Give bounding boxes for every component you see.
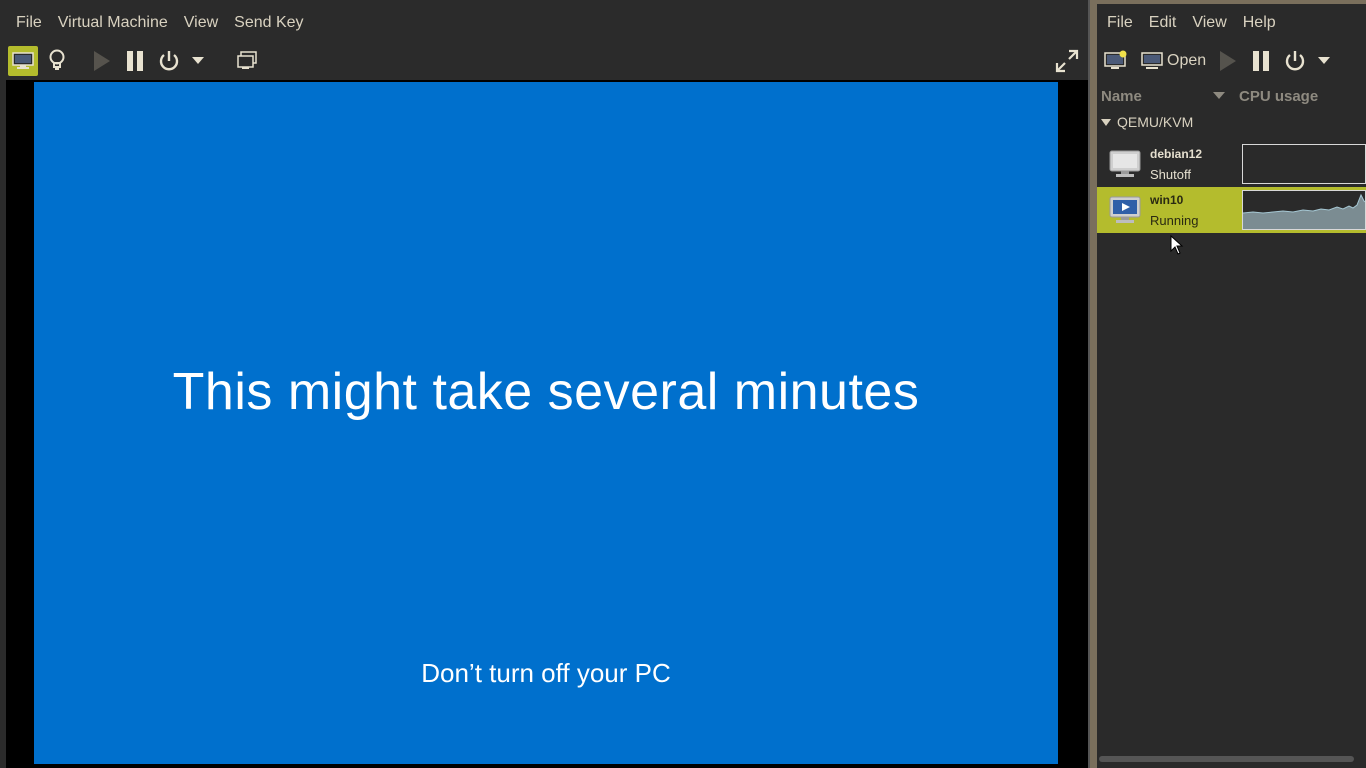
expander-arrow-icon[interactable] xyxy=(1101,118,1111,126)
menu-view[interactable]: View xyxy=(176,14,226,32)
power-icon xyxy=(1285,51,1305,71)
vm-list-header: Name CPU usage xyxy=(1097,82,1366,110)
menu-virtual-machine[interactable]: Virtual Machine xyxy=(50,14,176,32)
manager-menu-help[interactable]: Help xyxy=(1235,14,1284,32)
lightbulb-icon xyxy=(49,49,65,70)
new-vm-icon xyxy=(1104,50,1127,69)
virt-manager-window: File Edit View Help Open Name CPU usage … xyxy=(1094,4,1366,768)
connection-group[interactable]: QEMU/KVM xyxy=(1101,114,1193,130)
new-vm-button[interactable] xyxy=(1101,46,1131,76)
horizontal-scrollbar[interactable] xyxy=(1099,756,1354,762)
play-icon xyxy=(1220,51,1237,71)
run-button[interactable] xyxy=(86,46,116,76)
vm-name: debian12 xyxy=(1150,147,1203,161)
dropdown-arrow-icon xyxy=(192,57,204,64)
vm-viewer-window: File Virtual Machine View Send Key This … xyxy=(0,0,1090,768)
manager-menu-edit[interactable]: Edit xyxy=(1141,14,1185,32)
column-header-name[interactable]: Name xyxy=(1101,88,1142,105)
update-warning-text: Don’t turn off your PC xyxy=(421,658,671,688)
power-button[interactable] xyxy=(154,46,184,76)
vm-state: Shutoff xyxy=(1150,167,1191,182)
monitor-icon xyxy=(1141,52,1163,69)
update-progress-heading: This might take several minutes xyxy=(172,363,920,421)
menu-file[interactable]: File xyxy=(8,14,50,32)
mouse-pointer-icon xyxy=(1170,235,1184,255)
details-view-button[interactable] xyxy=(42,46,72,76)
pause-icon xyxy=(127,51,143,71)
open-button[interactable]: Open xyxy=(1139,46,1212,76)
manager-menubar: File Edit View Help xyxy=(1099,0,1284,46)
vm-row-win10[interactable]: win10 Running xyxy=(1097,187,1366,233)
monitor-icon xyxy=(12,52,34,69)
screenshot-icon xyxy=(237,51,257,69)
cpu-sparkline xyxy=(1243,193,1365,229)
power-menu-button[interactable] xyxy=(188,46,208,76)
manager-pause-button[interactable] xyxy=(1246,46,1276,76)
guest-display-frame: This might take several minutes Don’t tu… xyxy=(6,80,1088,768)
pause-button[interactable] xyxy=(120,46,150,76)
sort-arrow-icon[interactable] xyxy=(1213,92,1225,99)
open-button-label: Open xyxy=(1167,52,1207,69)
manager-menu-file[interactable]: File xyxy=(1099,14,1141,32)
power-icon xyxy=(159,51,179,71)
vm-row-debian12[interactable]: debian12 Shutoff xyxy=(1097,141,1366,187)
fullscreen-button[interactable] xyxy=(1052,46,1082,76)
vm-name: win10 xyxy=(1150,193,1184,207)
dropdown-arrow-icon xyxy=(1318,57,1331,64)
console-view-button[interactable] xyxy=(8,46,38,76)
viewer-toolbar xyxy=(8,44,266,78)
manager-toolbar: Open xyxy=(1101,44,1338,78)
menu-send-key[interactable]: Send Key xyxy=(226,14,311,32)
pause-icon xyxy=(1253,51,1270,71)
manager-run-button[interactable] xyxy=(1212,46,1242,76)
manager-power-button[interactable] xyxy=(1280,46,1310,76)
manager-power-menu-button[interactable] xyxy=(1314,46,1334,76)
play-icon xyxy=(94,51,110,71)
viewer-menubar: File Virtual Machine View Send Key xyxy=(8,0,312,46)
screenshot-button[interactable] xyxy=(232,46,262,76)
vm-state: Running xyxy=(1150,213,1199,228)
cpu-usage-graph xyxy=(1242,190,1366,230)
fullscreen-icon xyxy=(1055,49,1079,73)
manager-menu-view[interactable]: View xyxy=(1184,14,1234,32)
vm-shutoff-icon xyxy=(1109,150,1141,177)
connection-label: QEMU/KVM xyxy=(1117,114,1194,130)
vm-running-icon xyxy=(1109,196,1141,223)
cpu-usage-graph xyxy=(1242,144,1366,184)
guest-display[interactable]: This might take several minutes Don’t tu… xyxy=(34,82,1058,764)
column-header-cpu[interactable]: CPU usage xyxy=(1239,88,1318,105)
